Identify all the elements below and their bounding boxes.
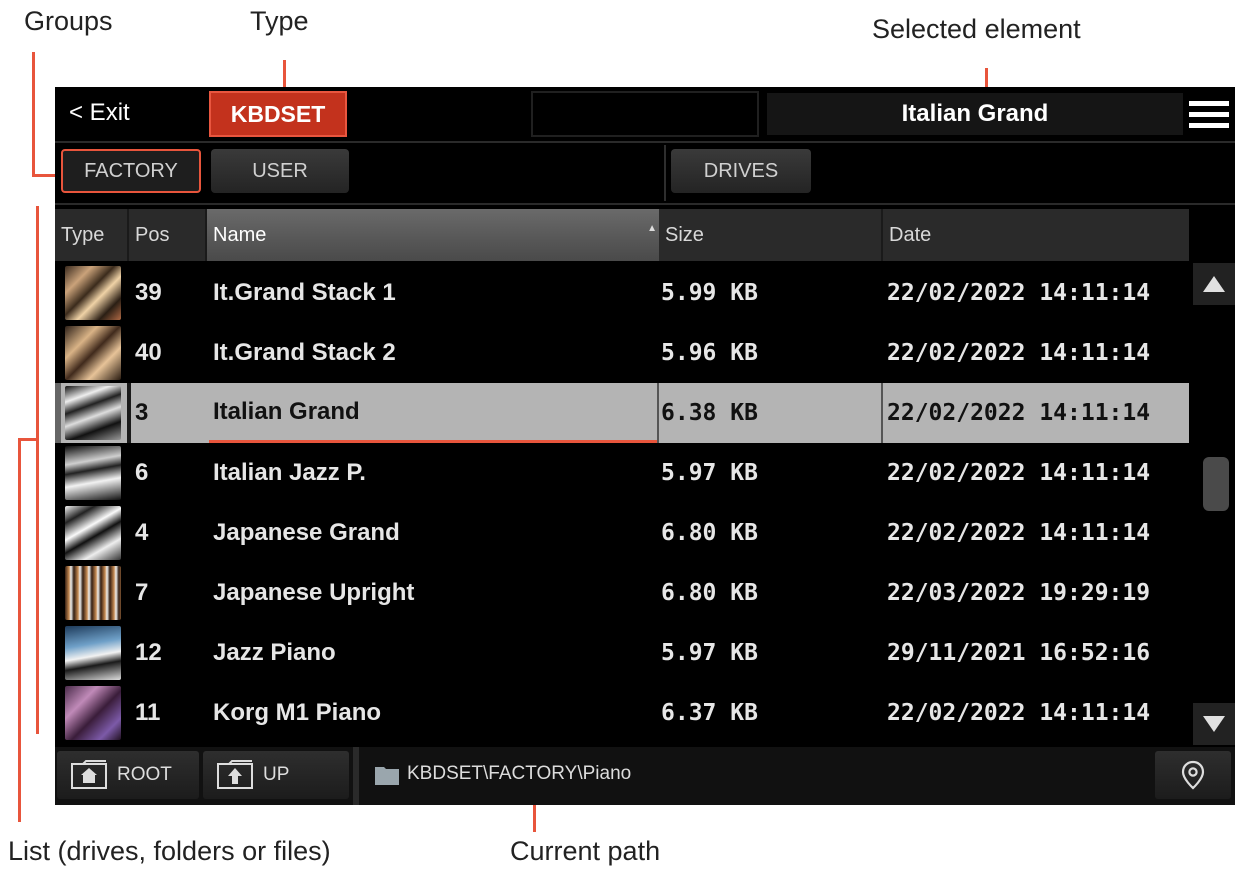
topbar-divider: [55, 141, 1235, 143]
header-pos[interactable]: Pos: [129, 209, 207, 261]
selected-element-display: Italian Grand: [767, 93, 1183, 135]
header-type[interactable]: Type: [55, 209, 129, 261]
root-label: ROOT: [117, 764, 172, 785]
exit-button[interactable]: < Exit: [69, 99, 130, 127]
row-date: 22/03/2022 19:29:19: [887, 580, 1151, 606]
row-name: Korg M1 Piano: [213, 699, 382, 726]
location-pin-icon: [1181, 760, 1205, 790]
list-item[interactable]: 7 Japanese Upright 6.80 KB 22/03/2022 19:29…: [55, 563, 1189, 623]
folder-up-icon: [217, 760, 253, 789]
up-button[interactable]: UP: [203, 751, 349, 799]
scroll-down-button[interactable]: [1193, 703, 1235, 745]
tab-drives[interactable]: DRIVES: [671, 149, 811, 193]
list-bracket-v: [36, 206, 39, 734]
list-item[interactable]: 4 Japanese Grand 6.80 KB 22/02/2022 14:11:1…: [55, 503, 1189, 563]
row-pos: 39: [135, 279, 162, 306]
row-divider: [657, 383, 659, 443]
row-pos: 6: [135, 459, 149, 486]
list-item[interactable]: 39 It.Grand Stack 1 5.99 KB 22/02/2022 14:1…: [55, 263, 1189, 323]
sort-ascending-icon: ▲: [647, 223, 657, 234]
scrollbar-thumb[interactable]: [1203, 457, 1229, 511]
row-name: Japanese Grand: [213, 519, 400, 546]
folder-icon: [375, 767, 399, 785]
tab-factory[interactable]: FACTORY: [61, 149, 201, 193]
row-pos: 11: [135, 699, 161, 726]
tab-divider: [664, 145, 666, 201]
row-name: Jazz Piano: [213, 639, 336, 666]
arrow-down-icon: [1203, 716, 1225, 732]
list-callout-line-v: [18, 438, 21, 822]
list-item[interactable]: 12 Jazz Piano 5.97 KB 29/11/2021 16:52:16: [55, 623, 1189, 683]
callout-list: List (drives, folders or files): [8, 836, 331, 866]
tab-user[interactable]: USER: [211, 149, 349, 193]
row-pos: 12: [135, 639, 162, 666]
row-date: 22/02/2022 14:11:14: [887, 520, 1151, 546]
piano-thumbnail-icon: [65, 326, 121, 380]
current-path: KBDSET\FACTORY\Piano: [407, 763, 632, 784]
callout-groups: Groups: [24, 6, 113, 36]
arrow-up-icon: [1203, 276, 1225, 292]
piano-thumbnail-icon: [65, 446, 121, 500]
list-item[interactable]: 6 Italian Jazz P. 5.97 KB 22/02/2022 14:11:…: [55, 443, 1189, 503]
row-date: 22/02/2022 14:11:14: [887, 340, 1151, 366]
row-date: 22/02/2022 14:11:14: [887, 700, 1151, 726]
row-pos: 7: [135, 579, 149, 606]
callout-current-path: Current path: [510, 836, 661, 866]
hamburger-menu-icon[interactable]: [1189, 101, 1229, 129]
type-button[interactable]: KBDSET: [209, 91, 347, 137]
location-button[interactable]: [1155, 751, 1231, 799]
row-pos: 40: [135, 339, 162, 366]
row-date: 29/11/2021 16:52:16: [887, 640, 1151, 666]
row-size: 5.97 KB: [661, 460, 758, 486]
row-name: It.Grand Stack 1: [213, 279, 396, 306]
piano-thumbnail-icon: [65, 566, 121, 620]
tabs-divider: [55, 203, 1235, 205]
list-item[interactable]: 11 Korg M1 Piano 6.37 KB 22/02/2022 14:11:1…: [55, 683, 1189, 743]
row-name: Italian Grand: [209, 383, 657, 443]
row-size: 5.96 KB: [661, 340, 758, 366]
row-name: Japanese Upright: [213, 579, 415, 606]
list-item[interactable]: 3 Italian Grand 6.38 KB 22/02/2022 14:11:14: [55, 383, 1189, 443]
row-pos: 4: [135, 519, 149, 546]
callout-selected-element: Selected element: [872, 14, 1081, 44]
home-folder-icon: [71, 760, 107, 789]
row-size: 6.37 KB: [661, 700, 758, 726]
row-size: 5.97 KB: [661, 640, 758, 666]
row-size: 6.38 KB: [661, 400, 758, 426]
header-date[interactable]: Date: [883, 209, 1189, 261]
row-date: 22/02/2022 14:11:14: [887, 280, 1151, 306]
row-size: 6.80 KB: [661, 580, 758, 606]
piano-thumbnail-icon: [65, 386, 121, 440]
piano-thumbnail-icon: [65, 686, 121, 740]
row-divider: [881, 383, 883, 443]
path-separator: [353, 747, 359, 805]
scroll-up-button[interactable]: [1193, 263, 1235, 305]
callout-type: Type: [250, 6, 309, 36]
row-name: It.Grand Stack 2: [213, 339, 396, 366]
piano-thumbnail-icon: [65, 266, 121, 320]
row-name: Italian Jazz P.: [213, 459, 366, 486]
list-header: Type Pos Name ▲ Size Date: [55, 209, 1189, 261]
up-label: UP: [263, 764, 290, 785]
row-pos: 3: [135, 399, 149, 426]
empty-display: [531, 91, 759, 137]
row-size: 5.99 KB: [661, 280, 758, 306]
row-divider: [127, 383, 131, 443]
header-name-label: Name: [213, 223, 267, 246]
row-date: 22/02/2022 14:11:14: [887, 400, 1151, 426]
header-name[interactable]: Name ▲: [207, 209, 659, 261]
bottom-bar: ROOT UP KBDSET\FACTORY\Piano: [55, 747, 1235, 805]
list-item[interactable]: 40 It.Grand Stack 2 5.96 KB 22/02/2022 14:1…: [55, 323, 1189, 383]
row-date: 22/02/2022 14:11:14: [887, 460, 1151, 486]
piano-thumbnail-icon: [65, 626, 121, 680]
header-size[interactable]: Size: [659, 209, 883, 261]
root-button[interactable]: ROOT: [57, 751, 199, 799]
row-size: 6.80 KB: [661, 520, 758, 546]
groups-callout-line-v: [32, 52, 35, 176]
list-callout-line-h: [18, 438, 38, 441]
piano-thumbnail-icon: [65, 506, 121, 560]
row-divider: [55, 383, 61, 443]
device-screen: < Exit KBDSET Italian Grand FACTORY USER…: [55, 87, 1235, 805]
